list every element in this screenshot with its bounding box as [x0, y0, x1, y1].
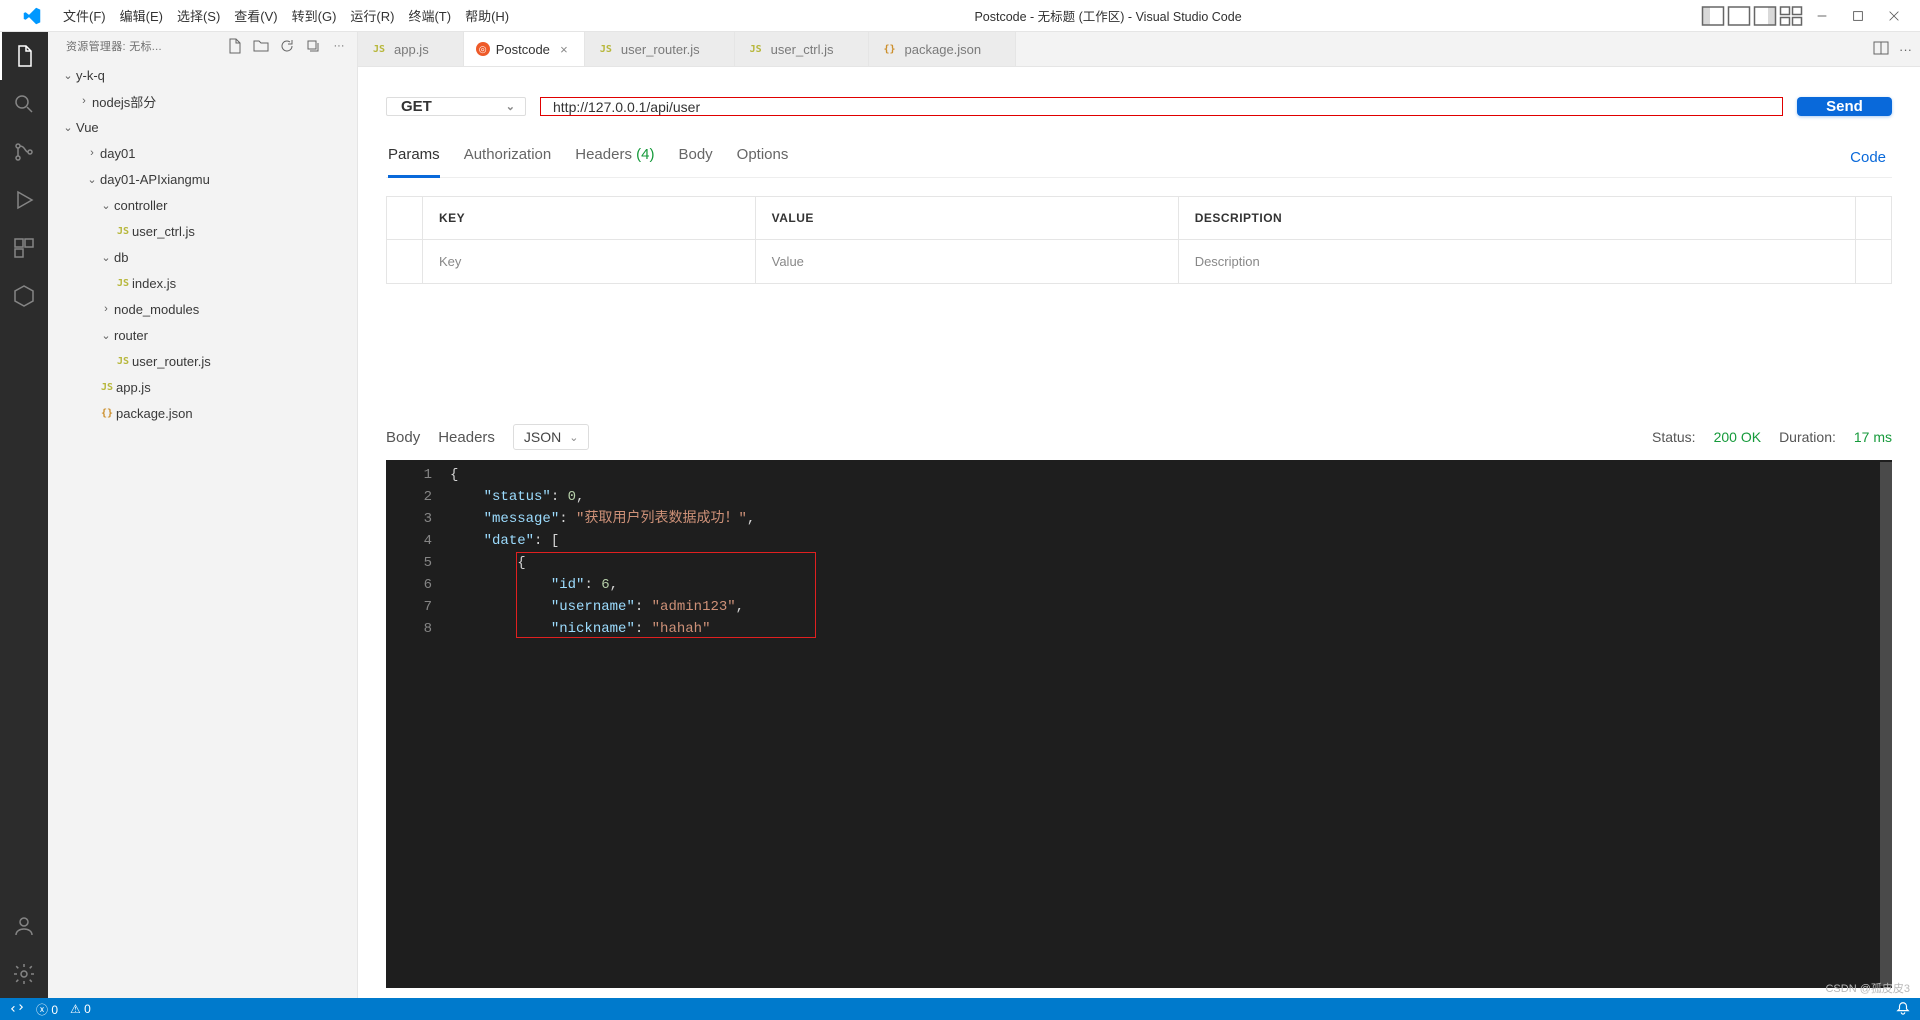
- postcode-ext-icon[interactable]: [0, 272, 48, 320]
- file-package[interactable]: {}package.json: [48, 400, 357, 426]
- refresh-icon[interactable]: [279, 38, 295, 54]
- maximize-icon[interactable]: [1840, 2, 1876, 30]
- split-editor-icon[interactable]: [1873, 40, 1889, 59]
- minimap[interactable]: [1880, 462, 1892, 986]
- menu-edit[interactable]: 编辑(E): [113, 2, 170, 29]
- account-icon[interactable]: [0, 902, 48, 950]
- settings-gear-icon[interactable]: [0, 950, 48, 998]
- new-folder-icon[interactable]: [253, 38, 269, 54]
- menu-file[interactable]: 文件(F): [56, 2, 113, 29]
- params-table: KEY VALUE DESCRIPTION Key Value Descript…: [386, 196, 1892, 284]
- file-app[interactable]: JSapp.js: [48, 374, 357, 400]
- folder-nodejs[interactable]: ›nodejs部分: [48, 88, 357, 114]
- param-row[interactable]: Key Value Description: [387, 240, 1892, 284]
- remote-icon[interactable]: [10, 1001, 24, 1018]
- code-link[interactable]: Code: [1850, 149, 1892, 166]
- explorer-icon[interactable]: [0, 32, 48, 80]
- explorer-sidebar: 资源管理器: 无标... ··· ⌄y-k-q ›nodejs部分 ⌄Vue ›…: [48, 32, 358, 998]
- layout-left-icon[interactable]: [1701, 4, 1725, 28]
- notifications-icon[interactable]: [1896, 1001, 1910, 1018]
- chevron-down-icon: ⌄: [506, 100, 515, 113]
- send-button[interactable]: Send: [1797, 97, 1892, 116]
- folder-node-modules[interactable]: ›node_modules: [48, 296, 357, 322]
- value-input[interactable]: Value: [755, 240, 1178, 284]
- status-label: Status:: [1652, 429, 1696, 445]
- folder-controller[interactable]: ⌄controller: [48, 192, 357, 218]
- layout-grid-icon[interactable]: [1779, 4, 1803, 28]
- tab-options[interactable]: Options: [737, 138, 789, 177]
- tab-auth[interactable]: Authorization: [464, 138, 552, 177]
- file-user-ctrl[interactable]: JSuser_ctrl.js: [48, 218, 357, 244]
- menu-terminal[interactable]: 终端(T): [401, 2, 458, 29]
- extensions-icon[interactable]: [0, 224, 48, 272]
- folder-apixiangmu[interactable]: ⌄day01-APIxiangmu: [48, 166, 357, 192]
- tab-headers[interactable]: Headers (4): [575, 138, 654, 177]
- highlight-box: [516, 552, 816, 638]
- warnings-count[interactable]: ⚠ 0: [70, 1002, 91, 1016]
- tab-params[interactable]: Params: [388, 138, 440, 178]
- folder-db[interactable]: ⌄db: [48, 244, 357, 270]
- response-body[interactable]: 12345678 { "status": 0, "message": "获取用户…: [386, 460, 1892, 988]
- file-user-router[interactable]: JSuser_router.js: [48, 348, 357, 374]
- more-icon[interactable]: ···: [331, 38, 347, 54]
- layout-bottom-icon[interactable]: [1727, 4, 1751, 28]
- menu-view[interactable]: 查看(V): [227, 2, 284, 29]
- col-key: KEY: [423, 197, 756, 240]
- method-select[interactable]: GET⌄: [386, 97, 526, 116]
- new-file-icon[interactable]: [227, 38, 243, 54]
- tab-user-router[interactable]: JSuser_router.js×: [585, 32, 735, 66]
- main-menu: 文件(F) 编辑(E) 选择(S) 查看(V) 转到(G) 运行(R) 终端(T…: [56, 2, 516, 29]
- folder-ykq[interactable]: ⌄y-k-q: [48, 62, 357, 88]
- postcode-icon: ◎: [476, 42, 490, 56]
- resp-tab-body[interactable]: Body: [386, 429, 420, 446]
- folder-day01[interactable]: ›day01: [48, 140, 357, 166]
- menu-selection[interactable]: 选择(S): [170, 2, 227, 29]
- editor-tabs: JSapp.js× ◎Postcode× JSuser_router.js× J…: [358, 32, 1920, 67]
- source-control-icon[interactable]: [0, 128, 48, 176]
- url-input[interactable]: http://127.0.0.1/api/user: [540, 97, 1783, 116]
- postcode-panel: GET⌄ http://127.0.0.1/api/user Send Para…: [358, 67, 1920, 998]
- vscode-logo: [8, 7, 56, 25]
- titlebar: 文件(F) 编辑(E) 选择(S) 查看(V) 转到(G) 运行(R) 终端(T…: [0, 0, 1920, 32]
- file-index[interactable]: JSindex.js: [48, 270, 357, 296]
- run-debug-icon[interactable]: [0, 176, 48, 224]
- folder-router[interactable]: ⌄router: [48, 322, 357, 348]
- desc-input[interactable]: Description: [1178, 240, 1855, 284]
- tab-postcode[interactable]: ◎Postcode×: [464, 32, 585, 66]
- errors-count[interactable]: ⓧ 0: [36, 1001, 58, 1018]
- tab-body[interactable]: Body: [678, 138, 712, 177]
- folder-vue[interactable]: ⌄Vue: [48, 114, 357, 140]
- more-tab-icon[interactable]: ···: [1899, 42, 1912, 57]
- col-desc: DESCRIPTION: [1178, 197, 1855, 240]
- tab-user-ctrl[interactable]: JSuser_ctrl.js×: [735, 32, 869, 66]
- file-tree: ⌄y-k-q ›nodejs部分 ⌄Vue ›day01 ⌄day01-APIx…: [48, 60, 357, 998]
- status-bar: ⓧ 0 ⚠ 0: [0, 998, 1920, 1020]
- activity-bar: [0, 32, 48, 998]
- status-value: 200 OK: [1714, 429, 1761, 445]
- resp-tab-headers[interactable]: Headers: [438, 429, 495, 446]
- search-icon[interactable]: [0, 80, 48, 128]
- collapse-all-icon[interactable]: [305, 38, 321, 54]
- menu-run[interactable]: 运行(R): [343, 2, 401, 29]
- line-numbers: 12345678: [386, 460, 444, 644]
- window-title: Postcode - 无标题 (工作区) - Visual Studio Cod…: [516, 6, 1700, 25]
- close-icon[interactable]: [1876, 2, 1912, 30]
- minimize-icon[interactable]: [1804, 2, 1840, 30]
- resp-format-select[interactable]: JSON⌄: [513, 424, 590, 450]
- menu-go[interactable]: 转到(G): [285, 2, 344, 29]
- menu-help[interactable]: 帮助(H): [458, 2, 516, 29]
- layout-right-icon[interactable]: [1753, 4, 1777, 28]
- chevron-down-icon: ⌄: [569, 431, 578, 444]
- col-value: VALUE: [755, 197, 1178, 240]
- tab-appjs[interactable]: JSapp.js×: [358, 32, 464, 66]
- tab-package[interactable]: {}package.json×: [869, 32, 1017, 66]
- explorer-title: 资源管理器: 无标...: [66, 38, 227, 54]
- duration-value: 17 ms: [1854, 429, 1892, 445]
- close-icon[interactable]: ×: [556, 42, 572, 57]
- duration-label: Duration:: [1779, 429, 1836, 445]
- key-input[interactable]: Key: [423, 240, 756, 284]
